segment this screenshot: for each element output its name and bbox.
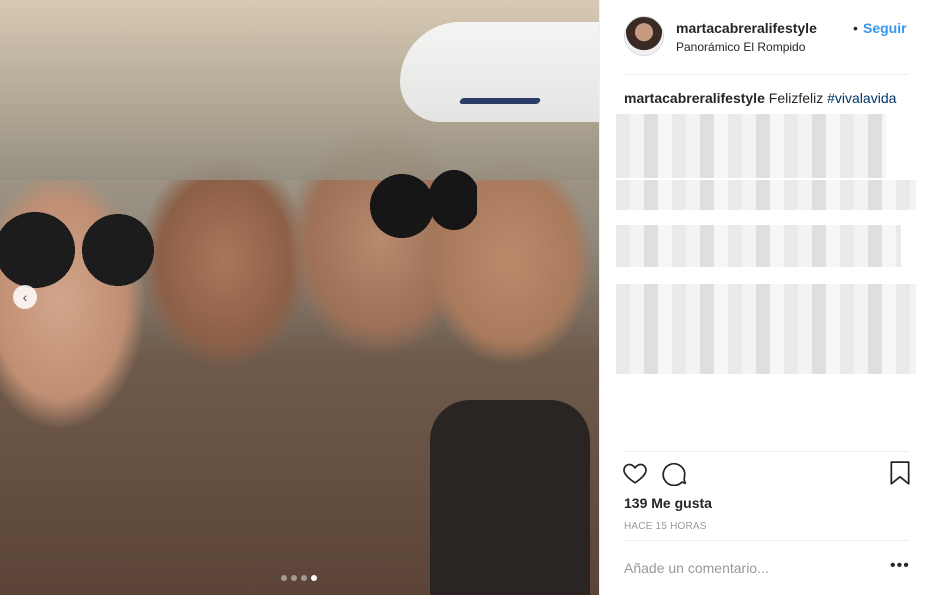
post-side-panel: martacabreralifestyle • Seguir Panorámic… [599, 0, 931, 595]
caption-username-link[interactable]: martacabreralifestyle [624, 90, 765, 106]
photo-sunglasses-left [0, 210, 155, 290]
blurred-comment [616, 225, 901, 267]
photo-sunglasses-middle [362, 170, 477, 240]
blurred-comment [616, 180, 916, 210]
follow-button[interactable]: Seguir [863, 20, 907, 36]
comment-input[interactable] [624, 558, 874, 578]
comment-icon[interactable] [662, 460, 688, 491]
blurred-comment [616, 114, 886, 178]
post-photo[interactable]: ‹ [0, 0, 599, 595]
carousel-dot [281, 575, 287, 581]
post-timestamp[interactable]: HACE 15 HORAS [624, 521, 707, 532]
carousel-prev-button[interactable]: ‹ [13, 285, 37, 309]
carousel-dot [301, 575, 307, 581]
carousel-dots [281, 575, 317, 581]
heart-icon[interactable] [622, 460, 648, 491]
divider [624, 451, 909, 452]
caption-hashtag-link[interactable]: #vivalavida [827, 90, 896, 106]
post-caption: martacabreralifestyle Felizfeliz #vivala… [624, 89, 909, 107]
header-separator: • [853, 20, 858, 36]
action-bar [622, 460, 912, 490]
more-options-button[interactable]: ••• [890, 558, 910, 574]
avatar[interactable] [624, 16, 664, 56]
carousel-dot-active [311, 575, 317, 581]
likes-count[interactable]: 139 Me gusta [624, 495, 712, 511]
location-link[interactable]: Panorámico El Rompido [676, 40, 805, 54]
divider [624, 540, 909, 541]
photo-boat-stripe [458, 98, 542, 104]
photo-swimsuit [430, 400, 590, 595]
post-header: martacabreralifestyle • Seguir Panorámic… [624, 16, 909, 74]
blurred-comment [616, 284, 916, 374]
caption-text: Felizfeliz [768, 90, 824, 106]
carousel-dot [291, 575, 297, 581]
divider [624, 74, 909, 75]
chevron-left-icon: ‹ [22, 289, 28, 305]
bookmark-icon[interactable] [888, 460, 912, 491]
username-link[interactable]: martacabreralifestyle [676, 20, 817, 36]
photo-boat [400, 22, 599, 122]
